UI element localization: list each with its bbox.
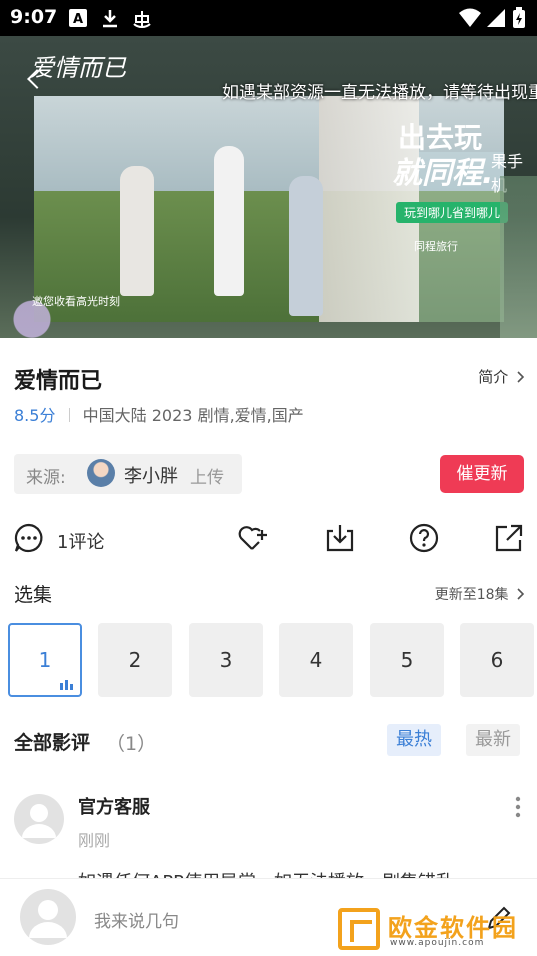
- episode-3[interactable]: 3: [189, 623, 263, 697]
- reviews-count: （1）: [106, 733, 157, 755]
- episode-5[interactable]: 5: [370, 623, 444, 697]
- watermark-url: www.apoujin.com: [390, 938, 485, 948]
- avatar[interactable]: [14, 794, 64, 844]
- episode-6[interactable]: 6: [460, 623, 534, 697]
- year: 2023: [151, 406, 193, 425]
- share-icon[interactable]: [493, 522, 525, 554]
- episode-number: 3: [219, 648, 233, 672]
- comment-icon[interactable]: [13, 522, 45, 554]
- download-icon[interactable]: [324, 522, 356, 554]
- review-author[interactable]: 官方客服: [78, 793, 150, 819]
- genres: 剧情,爱情,国产: [197, 406, 304, 425]
- uploader-name: 李小胖: [124, 466, 178, 487]
- meta-divider: [68, 408, 70, 422]
- reviews-title: 全部影评: [14, 732, 91, 754]
- episode-number: 4: [309, 648, 323, 672]
- intro-link[interactable]: 简介: [478, 366, 525, 387]
- download-icon: [103, 10, 117, 28]
- watermark-logo-icon: [338, 908, 380, 950]
- more-vertical-icon[interactable]: [514, 796, 522, 818]
- video-caption: 如遇某部资源一直无法播放，请等待出现重启: [222, 83, 537, 103]
- ad-line-2: 就同程.: [392, 156, 494, 191]
- episode-number: 2: [128, 648, 142, 672]
- chevron-right-icon: [517, 371, 525, 383]
- episode-2[interactable]: 2: [98, 623, 172, 697]
- wifi-icon: [459, 8, 481, 27]
- leaf-decoration: [500, 176, 537, 338]
- show-title: 爱情而已: [14, 369, 103, 394]
- ad-button: 玩到哪儿省到哪儿: [396, 202, 509, 223]
- chevron-right-icon: [517, 588, 525, 600]
- show-meta: 8.5分 中国大陆 2023 剧情,爱情,国产: [14, 402, 304, 426]
- episode-number: 6: [490, 648, 504, 672]
- sort-new-button[interactable]: 最新: [466, 724, 520, 756]
- status-time: 9:07: [10, 6, 58, 28]
- comment-count[interactable]: 1评论: [57, 528, 104, 554]
- episodes-update-link[interactable]: 更新至18集: [435, 584, 525, 604]
- review-time: 刚刚: [78, 831, 111, 850]
- action-bar: 1评论: [0, 518, 537, 562]
- ad-logo: 同程旅行: [414, 240, 458, 253]
- sort-hot-button[interactable]: 最热: [387, 724, 441, 756]
- help-icon[interactable]: [408, 522, 440, 554]
- comment-input[interactable]: 我来说几句: [94, 907, 179, 932]
- uploader-avatar: [87, 459, 115, 487]
- urge-update-button[interactable]: 催更新: [440, 455, 524, 493]
- svg-text:A: A: [73, 12, 83, 27]
- episode-4[interactable]: 4: [279, 623, 353, 697]
- heart-add-icon[interactable]: [236, 522, 268, 554]
- battery-icon: [513, 7, 525, 28]
- user-icon: [22, 804, 56, 838]
- signal-icon: [487, 9, 505, 27]
- watermark: 欧金软件园 www.apoujin.com: [338, 904, 532, 954]
- video-bottom-text: 邀您收看高光时刻: [32, 295, 120, 308]
- my-avatar: [20, 889, 76, 945]
- episode-1[interactable]: 1: [8, 623, 82, 697]
- episode-number: 1: [38, 648, 52, 672]
- source-label: 来源:: [26, 468, 66, 488]
- score: 8.5分: [14, 406, 56, 425]
- user-icon: [29, 900, 67, 938]
- upload-text: 上传: [190, 468, 224, 488]
- video-player[interactable]: 爱情而已 如遇某部资源一直无法播放，请等待出现重启 出去玩 就同程. 果手机 玩…: [0, 36, 537, 338]
- source-box[interactable]: 来源: 李小胖 上传: [14, 454, 242, 494]
- bug-icon: [133, 11, 151, 28]
- font-a-icon: A: [69, 9, 87, 27]
- episode-number: 5: [400, 648, 414, 672]
- episodes-update-text: 更新至18集: [434, 587, 509, 603]
- region: 中国大陆: [82, 406, 147, 425]
- status-bar: 9:07 A: [0, 0, 537, 36]
- playing-bars-icon: [60, 680, 73, 690]
- intro-label: 简介: [478, 368, 509, 386]
- episodes-title: 选集: [14, 584, 53, 606]
